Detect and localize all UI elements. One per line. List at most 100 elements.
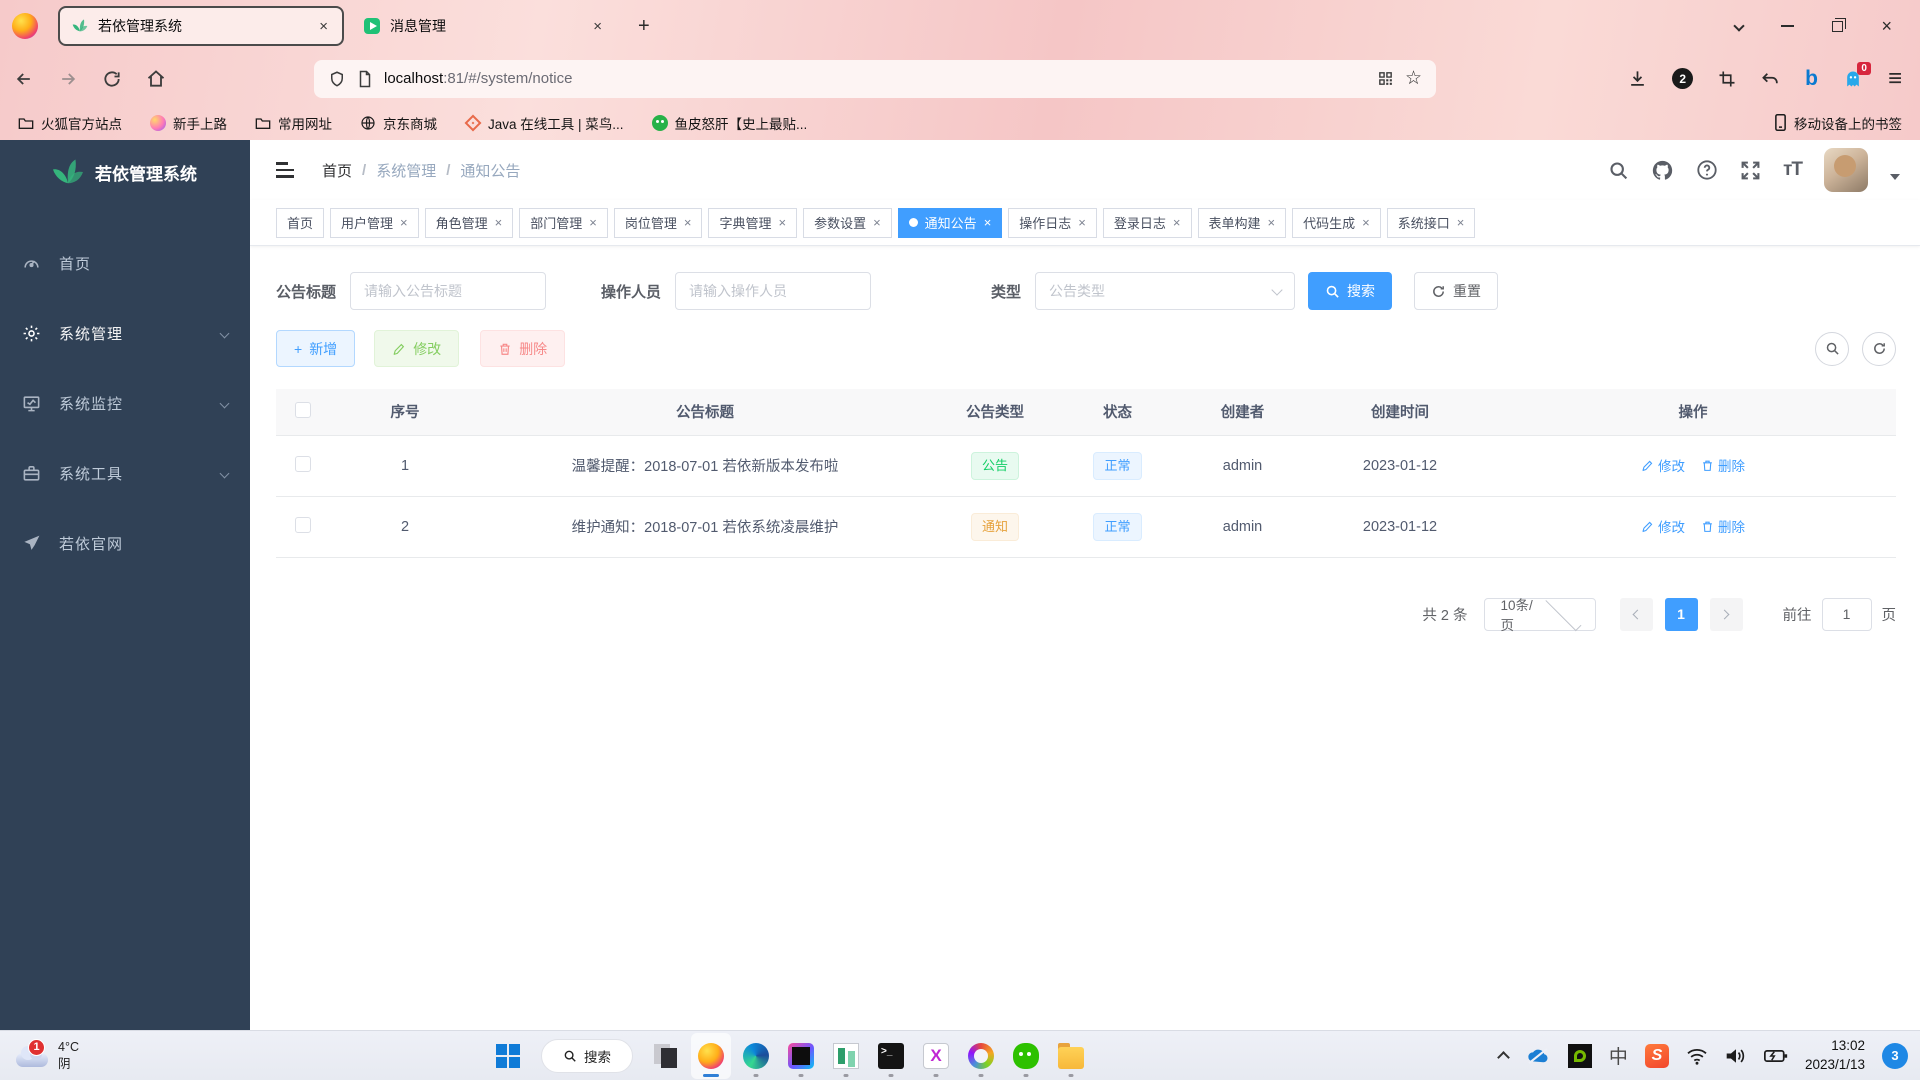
show-search-toggle-button[interactable] bbox=[1815, 332, 1849, 366]
search-button[interactable]: 搜索 bbox=[1308, 272, 1392, 310]
sidebar-item-system-monitor[interactable]: 系统监控 bbox=[0, 368, 250, 438]
type-select[interactable]: 公告类型 bbox=[1035, 272, 1295, 310]
bookmark-folder-firefox[interactable]: 火狐官方站点 bbox=[18, 113, 122, 133]
tag-close-icon[interactable]: × bbox=[1457, 215, 1465, 230]
github-icon[interactable] bbox=[1651, 159, 1674, 182]
tag-close-icon[interactable]: × bbox=[1173, 215, 1181, 230]
row-checkbox[interactable] bbox=[295, 517, 311, 533]
taskbar-terminal[interactable]: >_ bbox=[871, 1033, 911, 1079]
tag-user-mgmt[interactable]: 用户管理× bbox=[330, 208, 419, 238]
screenshot-crop-icon[interactable] bbox=[1718, 70, 1736, 88]
shield-icon[interactable] bbox=[328, 70, 346, 88]
taskbar-notes-app[interactable] bbox=[826, 1033, 866, 1079]
taskbar-intellij[interactable] bbox=[781, 1033, 821, 1079]
tag-dept-mgmt[interactable]: 部门管理× bbox=[519, 208, 608, 238]
sogou-icon[interactable]: bS bbox=[1645, 1044, 1669, 1068]
page-size-select[interactable]: 10条/页 bbox=[1484, 598, 1596, 631]
tag-dict-mgmt[interactable]: 字典管理× bbox=[708, 208, 797, 238]
taskbar-file-explorer[interactable] bbox=[1051, 1033, 1091, 1079]
bookmark-folder-common[interactable]: 常用网址 bbox=[255, 113, 332, 133]
fullscreen-icon[interactable] bbox=[1740, 160, 1761, 181]
row-checkbox[interactable] bbox=[295, 456, 311, 472]
row-delete-button[interactable]: 删除 bbox=[1701, 516, 1745, 536]
sidebar-item-official-site[interactable]: 若依官网 bbox=[0, 508, 250, 578]
tab-close-icon[interactable]: × bbox=[591, 18, 604, 35]
tray-expand-chevron-icon[interactable] bbox=[1497, 1051, 1510, 1064]
tag-login-log[interactable]: 登录日志× bbox=[1103, 208, 1192, 238]
prev-page-button[interactable] bbox=[1620, 598, 1653, 631]
onedrive-icon[interactable] bbox=[1525, 1047, 1551, 1065]
taskbar-clock[interactable]: 13:02 2023/1/13 bbox=[1805, 1037, 1865, 1075]
forward-button[interactable] bbox=[58, 69, 78, 89]
app-menu-icon[interactable]: ≡ bbox=[1888, 67, 1902, 91]
next-page-button[interactable] bbox=[1710, 598, 1743, 631]
sidebar-item-system-tools[interactable]: 系统工具 bbox=[0, 438, 250, 508]
sidebar-item-home[interactable]: 首页 bbox=[0, 228, 250, 298]
reset-button[interactable]: 重置 bbox=[1414, 272, 1498, 310]
tag-oper-log[interactable]: 操作日志× bbox=[1008, 208, 1097, 238]
tag-post-mgmt[interactable]: 岗位管理× bbox=[614, 208, 703, 238]
tag-code-gen[interactable]: 代码生成× bbox=[1292, 208, 1381, 238]
page-icon[interactable] bbox=[357, 70, 373, 88]
avatar[interactable] bbox=[1824, 148, 1868, 192]
sidebar-logo[interactable]: 若依管理系统 bbox=[0, 140, 250, 204]
undo-arrow-icon[interactable] bbox=[1761, 69, 1780, 88]
bookmark-jd[interactable]: 京东商城 bbox=[360, 113, 437, 133]
tab-close-icon[interactable]: × bbox=[317, 18, 330, 35]
start-button[interactable] bbox=[488, 1036, 528, 1076]
bookmark-yupi[interactable]: 鱼皮怒肝【史上最贴... bbox=[652, 113, 808, 133]
tag-close-icon[interactable]: × bbox=[984, 215, 992, 230]
tag-system-api[interactable]: 系统接口× bbox=[1387, 208, 1476, 238]
tag-close-icon[interactable]: × bbox=[684, 215, 692, 230]
sidebar-collapse-icon[interactable] bbox=[274, 158, 296, 182]
downloads-icon[interactable] bbox=[1628, 69, 1647, 88]
tab-list-chevron-icon[interactable] bbox=[1734, 20, 1745, 31]
tag-home[interactable]: 首页 bbox=[276, 208, 324, 238]
taskbar-weather-widget[interactable]: 1 4°C 阴 bbox=[0, 1039, 79, 1073]
search-icon[interactable] bbox=[1608, 160, 1629, 181]
tag-close-icon[interactable]: × bbox=[400, 215, 408, 230]
edit-button[interactable]: 修改 bbox=[374, 330, 459, 367]
extension-badge-icon[interactable]: 2 bbox=[1672, 68, 1693, 89]
delete-button[interactable]: 删除 bbox=[480, 330, 565, 367]
browser-tab-message[interactable]: 消息管理 × bbox=[352, 6, 616, 46]
font-size-icon[interactable]: тT bbox=[1783, 159, 1802, 181]
caret-down-icon[interactable] bbox=[1890, 174, 1900, 180]
taskbar-x-app[interactable]: X bbox=[916, 1033, 956, 1079]
row-edit-button[interactable]: 修改 bbox=[1641, 455, 1685, 475]
tag-param-settings[interactable]: 参数设置× bbox=[803, 208, 892, 238]
ghost-extension-icon[interactable]: 0 bbox=[1843, 69, 1863, 89]
notification-count-badge[interactable]: 3 bbox=[1882, 1043, 1908, 1069]
notice-title-input[interactable] bbox=[350, 272, 546, 310]
row-delete-button[interactable]: 删除 bbox=[1701, 455, 1745, 475]
taskbar-firefox[interactable] bbox=[691, 1033, 731, 1079]
bookmark-java-tools[interactable]: Java 在线工具 | 菜鸟... bbox=[465, 113, 624, 133]
bookmark-star-icon[interactable]: ☆ bbox=[1405, 67, 1422, 90]
taskbar-edge[interactable] bbox=[736, 1033, 776, 1079]
help-icon[interactable] bbox=[1696, 159, 1718, 181]
taskbar-rings-app[interactable] bbox=[961, 1033, 1001, 1079]
operator-input[interactable] bbox=[675, 272, 871, 310]
nvidia-icon[interactable] bbox=[1568, 1044, 1592, 1068]
url-bar[interactable]: localhost:81/#/system/notice ☆ bbox=[314, 60, 1436, 98]
browser-tab-ruoyi[interactable]: 若依管理系统 × bbox=[58, 6, 344, 46]
row-edit-button[interactable]: 修改 bbox=[1641, 516, 1685, 536]
tag-close-icon[interactable]: × bbox=[589, 215, 597, 230]
tag-form-builder[interactable]: 表单构建× bbox=[1198, 208, 1287, 238]
tag-close-icon[interactable]: × bbox=[873, 215, 881, 230]
taskbar-search[interactable]: 搜索 bbox=[541, 1039, 633, 1073]
goto-page-input[interactable] bbox=[1822, 598, 1872, 631]
tag-close-icon[interactable]: × bbox=[1078, 215, 1086, 230]
mobile-bookmarks[interactable]: 移动设备上的书签 bbox=[1774, 113, 1902, 133]
tag-close-icon[interactable]: × bbox=[495, 215, 503, 230]
minimize-button[interactable] bbox=[1781, 25, 1794, 27]
tag-role-mgmt[interactable]: 角色管理× bbox=[425, 208, 514, 238]
sidebar-item-system-mgmt[interactable]: 系统管理 bbox=[0, 298, 250, 368]
tag-close-icon[interactable]: × bbox=[1362, 215, 1370, 230]
close-window-button[interactable]: × bbox=[1881, 17, 1892, 35]
new-tab-button[interactable]: + bbox=[632, 15, 656, 38]
task-view-button[interactable] bbox=[646, 1033, 686, 1079]
refresh-table-button[interactable] bbox=[1862, 332, 1896, 366]
firefox-view-icon[interactable] bbox=[12, 13, 38, 39]
add-button[interactable]: + 新增 bbox=[276, 330, 355, 367]
